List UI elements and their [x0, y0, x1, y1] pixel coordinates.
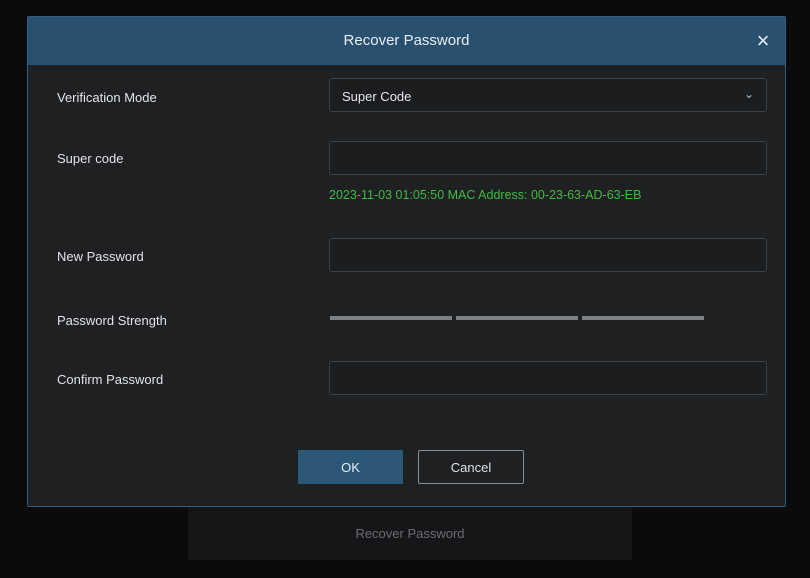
super-code-input[interactable] — [329, 141, 767, 175]
recover-password-dialog: Recover Password × Verification Mode Sup… — [27, 16, 786, 507]
new-password-label: New Password — [57, 249, 144, 264]
background-recover-password-link[interactable]: Recover Password — [188, 526, 632, 541]
background-panel: Recover Password — [188, 504, 632, 560]
verification-mode-select[interactable]: Super Code ⌄ — [329, 78, 767, 112]
ok-button[interactable]: OK — [298, 450, 403, 484]
confirm-password-input[interactable] — [329, 361, 767, 395]
new-password-input[interactable] — [329, 238, 767, 272]
super-code-label: Super code — [57, 151, 124, 166]
password-strength-label: Password Strength — [57, 313, 167, 328]
strength-segment — [582, 316, 704, 320]
cancel-button[interactable]: Cancel — [418, 450, 524, 484]
mac-address-hint: 2023-11-03 01:05:50 MAC Address: 00-23-6… — [329, 188, 642, 202]
close-icon: × — [756, 28, 770, 53]
chevron-down-icon: ⌄ — [743, 87, 754, 101]
close-button[interactable]: × — [749, 27, 777, 55]
verification-mode-value: Super Code — [342, 89, 412, 104]
password-strength-meter — [330, 316, 704, 320]
dialog-header: Recover Password × — [28, 17, 785, 65]
verification-mode-label: Verification Mode — [57, 90, 157, 105]
strength-segment — [330, 316, 452, 320]
screen: Recover Password Recover Password × Veri… — [0, 0, 810, 578]
dialog-title: Recover Password — [343, 32, 470, 49]
strength-segment — [456, 316, 578, 320]
confirm-password-label: Confirm Password — [57, 372, 164, 387]
